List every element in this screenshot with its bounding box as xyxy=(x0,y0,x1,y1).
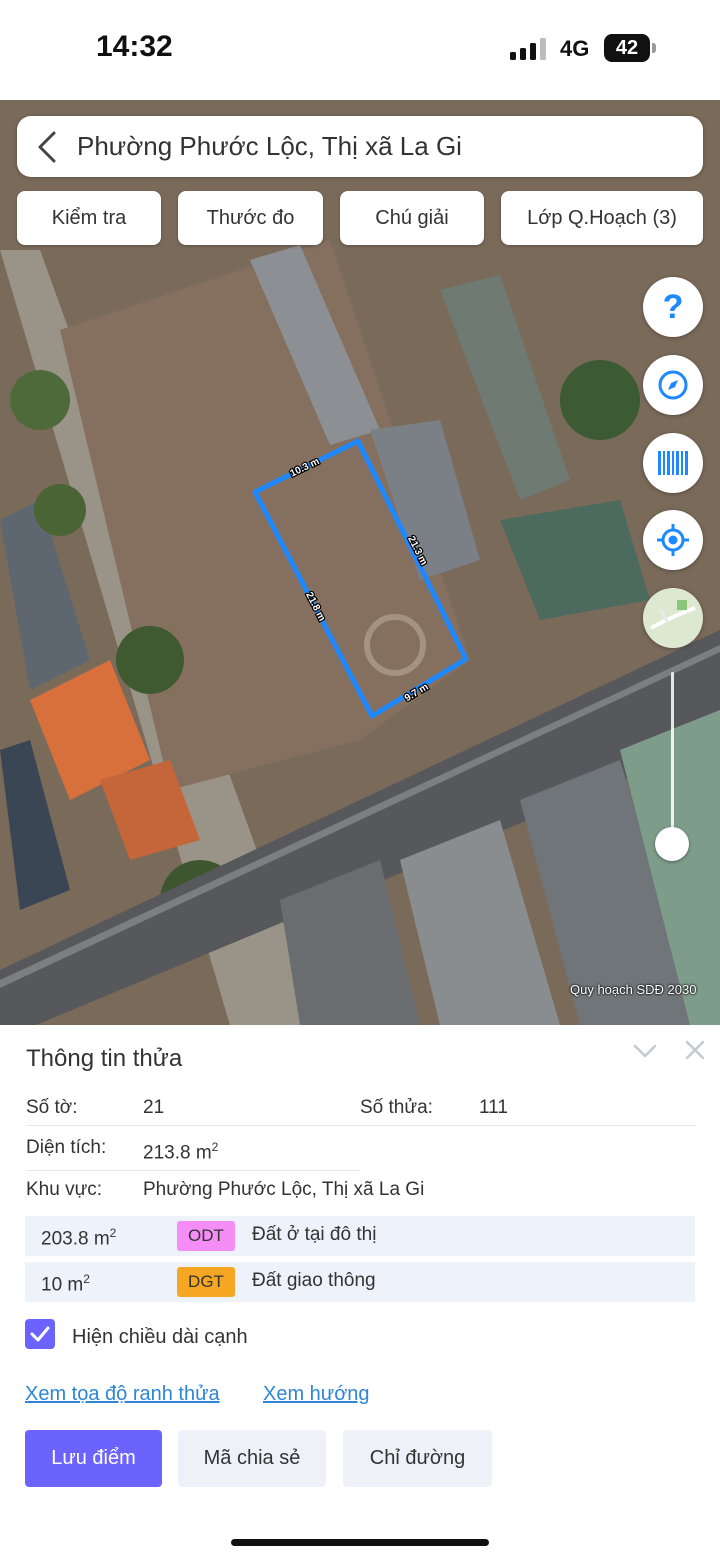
map-layer-icon xyxy=(644,589,702,647)
status-time: 14:32 xyxy=(96,30,173,63)
barcode-icon xyxy=(658,451,688,475)
show-edges-checkbox[interactable] xyxy=(25,1319,55,1349)
land-use-area: 10 m2 xyxy=(41,1272,90,1296)
zoom-slider-track[interactable] xyxy=(671,672,674,844)
view-boundary-coords-link[interactable]: Xem tọa độ ranh thửa xyxy=(25,1383,220,1406)
divider xyxy=(26,1170,361,1171)
parcel-edge-length-3: 9.7 m xyxy=(403,682,431,705)
area-value: 213.8 m2 xyxy=(143,1140,219,1164)
signal-icon xyxy=(510,38,546,60)
compass-button[interactable] xyxy=(643,355,703,415)
map-toolbar: Kiểm tra Thước đo Chú giải Lớp Q.Hoạch (… xyxy=(17,191,703,245)
locate-button[interactable] xyxy=(643,510,703,570)
compass-icon xyxy=(658,370,688,400)
directions-button[interactable]: Chỉ đường xyxy=(343,1430,492,1487)
location-title: Phường Phước Lộc, Thị xã La Gi xyxy=(77,131,462,161)
land-use-area: 203.8 m2 xyxy=(41,1226,117,1250)
region-value: Phường Phước Lộc, Thị xã La Gi xyxy=(143,1179,425,1200)
back-icon[interactable] xyxy=(17,116,77,177)
show-edges-label[interactable]: Hiện chiều dài cạnh xyxy=(72,1326,248,1349)
legend-button[interactable]: Chú giải xyxy=(340,191,484,245)
save-point-button[interactable]: Lưu điểm xyxy=(25,1430,162,1487)
help-button[interactable]: ? xyxy=(643,277,703,337)
panel-title: Thông tin thửa xyxy=(26,1045,183,1072)
help-icon: ? xyxy=(662,287,684,326)
parcel-edge-length-2: 21.8 m xyxy=(303,590,327,623)
ruler-button[interactable]: Thước đo xyxy=(178,191,323,245)
land-use-name: Đất ở tại đô thị xyxy=(252,1224,377,1245)
satellite-map[interactable]: 10.3 m 21.3 m 21.8 m 9.7 m Phường Phước … xyxy=(0,100,720,1025)
parcel-edge-length-1: 21.3 m xyxy=(405,534,429,567)
barcode-button[interactable] xyxy=(643,433,703,493)
sheet-value: 21 xyxy=(143,1097,165,1118)
land-use-code-badge: ODT xyxy=(177,1221,235,1251)
view-direction-link[interactable]: Xem hướng xyxy=(263,1383,370,1406)
zoom-slider-handle[interactable] xyxy=(655,827,689,861)
share-code-button[interactable]: Mã chia sẻ xyxy=(178,1430,326,1487)
land-use-row: 10 m2 DGT Đất giao thông xyxy=(25,1262,695,1302)
home-indicator xyxy=(231,1539,489,1546)
area-label: Diện tích: xyxy=(26,1137,107,1158)
region-label: Khu vực: xyxy=(26,1179,103,1200)
planning-watermark: Quy hoạch SDĐ 2030 xyxy=(570,982,697,997)
land-use-name: Đất giao thông xyxy=(252,1270,376,1291)
network-type: 4G xyxy=(560,36,590,61)
parcel-edge-length-0: 10.3 m xyxy=(288,456,321,480)
parcel-number-value: 111 xyxy=(479,1097,508,1118)
check-button[interactable]: Kiểm tra xyxy=(17,191,161,245)
close-icon[interactable] xyxy=(684,1039,706,1061)
planning-layer-button[interactable]: Lớp Q.Hoạch (3) xyxy=(501,191,703,245)
location-search-bar[interactable]: Phường Phước Lộc, Thị xã La Gi xyxy=(17,116,703,177)
parcel-number-label: Số thửa: xyxy=(360,1097,433,1118)
map-layer-button[interactable] xyxy=(643,588,703,648)
battery-icon: 42 xyxy=(604,34,650,62)
edge-label-top: 10.3 m 21.3 m 21.8 m 9.7 m xyxy=(287,455,431,706)
parcel-info-panel: Thông tin thửa Số tờ: 21 Số thửa: 111 Di… xyxy=(0,1025,720,1561)
land-use-row: 203.8 m2 ODT Đất ở tại đô thị xyxy=(25,1216,695,1256)
divider xyxy=(26,1125,696,1126)
sheet-label: Số tờ: xyxy=(26,1097,78,1118)
status-bar: 14:32 4G 42 xyxy=(0,0,720,100)
chevron-down-icon[interactable] xyxy=(632,1041,658,1061)
checkmark-icon xyxy=(30,1326,50,1342)
battery-cap xyxy=(652,43,656,53)
land-use-code-badge: DGT xyxy=(177,1267,235,1297)
locate-icon xyxy=(657,524,689,556)
